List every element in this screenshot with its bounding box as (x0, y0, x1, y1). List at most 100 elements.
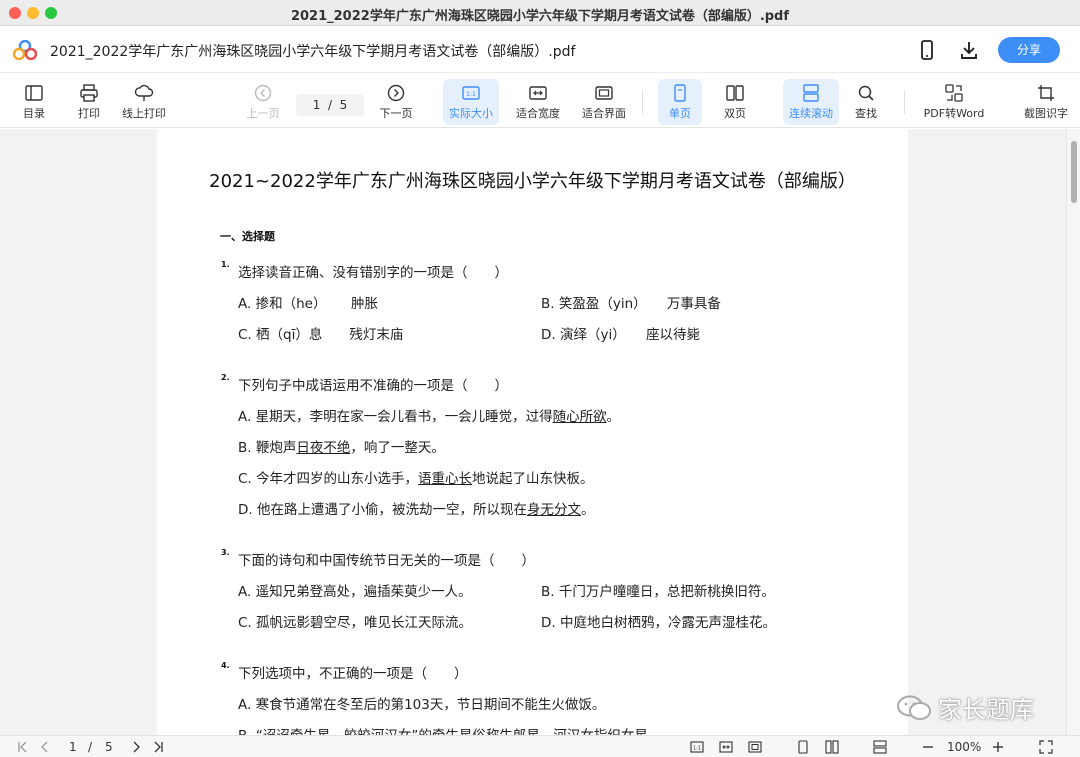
option-d: D. 中庭地白树栖鸦，冷露无声湿桂花。 (541, 615, 776, 631)
status-page-separator: / (88, 740, 93, 754)
online-print-button[interactable]: 线上打印 (118, 79, 170, 125)
underlined-idiom: 语重心长 (418, 471, 473, 487)
fit-width-button[interactable]: 适合宽度 (512, 79, 564, 125)
toc-icon (25, 85, 43, 101)
fullscreen-button[interactable] (1039, 739, 1053, 755)
print-button[interactable]: 打印 (69, 79, 109, 125)
single-page-icon (798, 740, 808, 754)
option-c: C. 孤帆远影碧空尽，唯见长江天际流。 (238, 615, 473, 631)
actual-size-small-button[interactable]: 1:1 (690, 739, 704, 755)
chevron-right-circle-icon (387, 84, 405, 102)
option-b: B. “迢迢牵牛星，皎皎河汉女”的牵牛星俗称牛郎星，河汉女指织女星。 (238, 724, 661, 735)
window-title: 2021_2022学年广东广州海珠区晓园小学六年级下学期月考语文试卷（部编版）.… (290, 9, 790, 24)
download-icon[interactable] (958, 39, 980, 61)
document-viewer[interactable]: 2021~2022学年广东广州海珠区晓园小学六年级下学期月考语文试卷（部编版） … (0, 129, 1080, 735)
zoom-in-button[interactable] (991, 739, 1005, 755)
double-page-button[interactable]: 双页 (713, 79, 757, 125)
svg-text:1:1: 1:1 (466, 91, 476, 98)
continuous-scroll-icon (873, 740, 887, 754)
next-page-small-button[interactable] (129, 739, 143, 755)
vertical-scrollbar[interactable] (1066, 129, 1080, 735)
question-number: 1. (221, 260, 230, 269)
double-page-icon (726, 85, 744, 101)
share-button[interactable]: 分享 (998, 37, 1060, 63)
option-c: C. 今年才四岁的山东小选手，语重心长地说起了山东快板。 (238, 467, 594, 487)
page-number-input[interactable]: 1 / 5 (296, 94, 364, 116)
convert-icon (945, 84, 963, 102)
last-page-button[interactable] (151, 739, 165, 755)
chevron-left-circle-icon (254, 84, 272, 102)
find-label: 查找 (855, 107, 877, 120)
question-number: 2. (221, 373, 230, 382)
option-d: D. 他在路上遭遇了小偷，被洗劫一空，所以现在身无分文。 (238, 498, 594, 518)
actual-size-button[interactable]: 1:1 实际大小 (443, 79, 499, 125)
option-c: C. 栖（qī）息 残灯末庙 (238, 327, 404, 343)
find-button[interactable]: 查找 (846, 79, 886, 125)
question-text: 下列选项中，不正确的一项是（ ） (238, 666, 468, 682)
app-header: 2021_2022学年广东广州海珠区晓园小学六年级下学期月考语文试卷（部编版）.… (0, 27, 1080, 73)
single-page-small-button[interactable] (796, 739, 810, 755)
pdf-to-word-label: PDF转Word (923, 107, 985, 120)
fit-width-label: 适合宽度 (516, 107, 560, 120)
prev-page-button[interactable]: 上一页 (243, 79, 283, 125)
phone-icon[interactable] (917, 39, 937, 61)
svg-text:1:1: 1:1 (693, 746, 701, 752)
single-page-button[interactable]: 单页 (658, 79, 702, 125)
pdf-to-word-button[interactable]: PDF转Word (920, 79, 988, 125)
plus-icon (993, 742, 1003, 752)
fit-page-button[interactable]: 适合界面 (578, 79, 630, 125)
section-heading: 一、选择题 (220, 230, 275, 243)
status-page-current[interactable]: 1 (69, 739, 77, 755)
option-text: A. 星期天，李明在家一会儿看书，一会儿睡觉，过得 (238, 409, 553, 425)
fit-page-label: 适合界面 (582, 107, 626, 120)
toolbar-divider (642, 90, 643, 114)
prev-page-label: 上一页 (246, 107, 280, 120)
next-page-label: 下一页 (379, 107, 413, 120)
zoom-level[interactable]: 100% (947, 739, 981, 755)
option-text: 。 (606, 409, 621, 425)
option-a: A. 寒食节通常在冬至后的第103天，节日期间不能生火做饭。 (238, 697, 606, 713)
first-page-button[interactable] (16, 739, 30, 755)
window-titlebar: 2021_2022学年广东广州海珠区晓园小学六年级下学期月考语文试卷（部编版）.… (0, 0, 1080, 26)
underlined-idiom: 随心所欲 (552, 409, 607, 425)
continuous-scroll-small-button[interactable] (873, 739, 887, 755)
ocr-button[interactable]: 截图识字 (1018, 79, 1074, 125)
main-toolbar: 目录 打印 线上打印 上一页 1 / 5 下一页 1:1 实际大小 适合宽度 适… (0, 74, 1080, 128)
scrollbar-thumb[interactable] (1071, 141, 1077, 203)
option-text: B. 鞭炮声 (238, 440, 297, 456)
actual-size-icon: 1:1 (462, 86, 480, 100)
fit-width-small-button[interactable] (719, 739, 733, 755)
option-b: B. 千门万户曈曈日，总把新桃换旧符。 (541, 584, 775, 600)
toc-button[interactable]: 目录 (14, 79, 54, 125)
single-page-icon (674, 84, 686, 102)
option-text: D. 他在路上遭遇了小偷，被洗劫一空，所以现在 (238, 502, 527, 518)
prev-page-small-button[interactable] (38, 739, 52, 755)
option-text: C. 今年才四岁的山东小选手， (238, 471, 419, 487)
toc-label: 目录 (23, 107, 45, 120)
fit-page-small-button[interactable] (748, 739, 762, 755)
continuous-scroll-icon (803, 84, 819, 102)
underlined-idiom: 身无分文 (526, 502, 581, 518)
question-text: 下面的诗句和中国传统节日无关的一项是（ ） (238, 553, 535, 569)
double-page-small-button[interactable] (825, 739, 839, 755)
option-a: A. 星期天，李明在家一会儿看书，一会儿睡觉，过得随心所欲。 (238, 405, 620, 425)
question-text: 选择读音正确、没有错别字的一项是（ ） (238, 265, 508, 281)
option-text: ，响了一整天。 (350, 440, 445, 456)
zoom-out-button[interactable] (921, 739, 935, 755)
option-b: B. 鞭炮声日夜不绝，响了一整天。 (238, 436, 445, 456)
fullscreen-icon (1039, 740, 1053, 754)
double-page-icon (825, 740, 839, 754)
underlined-idiom: 日夜不绝 (296, 440, 351, 456)
continuous-scroll-button[interactable]: 连续滚动 (783, 79, 839, 125)
page-current: 1 (312, 98, 321, 112)
question-number: 3. (221, 548, 230, 557)
option-text: 地说起了山东快板。 (472, 471, 594, 487)
actual-size-icon: 1:1 (690, 741, 704, 753)
page-separator: / (327, 98, 333, 112)
pdf-page: 2021~2022学年广东广州海珠区晓园小学六年级下学期月考语文试卷（部编版） … (157, 129, 908, 735)
toolbar-divider (904, 90, 905, 114)
next-page-button[interactable]: 下一页 (376, 79, 416, 125)
document-title: 2021_2022学年广东广州海珠区晓园小学六年级下学期月考语文试卷（部编版）.… (50, 44, 576, 60)
cloud-print-icon (134, 84, 154, 101)
fit-page-icon (748, 741, 762, 753)
